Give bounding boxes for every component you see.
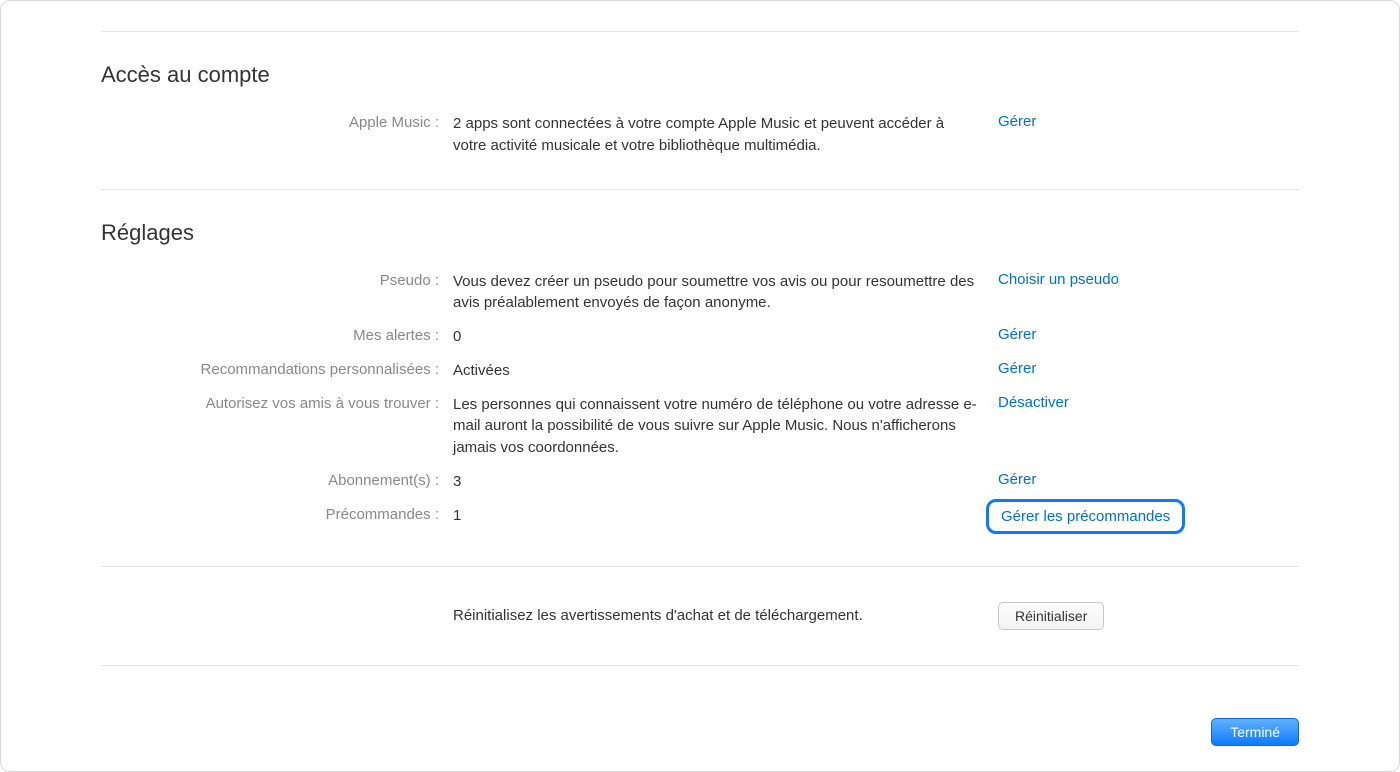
preorders-row: Précommandes : 1 Gérer les précommandes (101, 505, 1299, 534)
reset-text: Réinitialisez les avertissements d'achat… (453, 607, 998, 624)
alerts-value: 0 (453, 326, 998, 348)
preorders-highlight: Gérer les précommandes (986, 499, 1185, 534)
divider (101, 665, 1299, 666)
apple-music-manage-link[interactable]: Gérer (998, 113, 1036, 130)
settings-window: Accès au compte Apple Music : 2 apps son… (0, 0, 1400, 772)
reset-button-wrap: Réinitialiser (998, 602, 1299, 630)
alerts-label: Mes alertes : (101, 326, 453, 344)
preorders-value: 1 (453, 505, 998, 527)
apple-music-action-wrap: Gérer (998, 113, 1299, 130)
pseudo-label: Pseudo : (101, 271, 453, 289)
choose-pseudo-link[interactable]: Choisir un pseudo (998, 271, 1119, 288)
access-title: Accès au compte (101, 62, 1299, 88)
recommendations-label: Recommandations personnalisées : (101, 360, 453, 378)
friends-action-wrap: Désactiver (998, 394, 1299, 411)
reset-button[interactable]: Réinitialiser (998, 602, 1104, 630)
preorders-label: Précommandes : (101, 505, 453, 523)
apple-music-label: Apple Music : (101, 113, 453, 131)
footer: Terminé (1211, 718, 1299, 746)
preorders-action-wrap: Gérer les précommandes (998, 505, 1299, 534)
reset-row: Réinitialisez les avertissements d'achat… (101, 567, 1299, 665)
recommendations-row: Recommandations personnalisées : Activée… (101, 360, 1299, 382)
access-section: Accès au compte Apple Music : 2 apps son… (101, 32, 1299, 189)
pseudo-value: Vous devez créer un pseudo pour soumettr… (453, 271, 998, 315)
subscriptions-manage-link[interactable]: Gérer (998, 471, 1036, 488)
recommendations-value: Activées (453, 360, 998, 382)
done-button[interactable]: Terminé (1211, 718, 1299, 746)
friends-disable-link[interactable]: Désactiver (998, 394, 1069, 411)
recommendations-manage-link[interactable]: Gérer (998, 360, 1036, 377)
recommendations-action-wrap: Gérer (998, 360, 1299, 377)
alerts-row: Mes alertes : 0 Gérer (101, 326, 1299, 348)
preorders-manage-link[interactable]: Gérer les précommandes (1001, 508, 1170, 525)
pseudo-row: Pseudo : Vous devez créer un pseudo pour… (101, 271, 1299, 315)
apple-music-value: 2 apps sont connectées à votre compte Ap… (453, 113, 998, 157)
alerts-action-wrap: Gérer (998, 326, 1299, 343)
friends-row: Autorisez vos amis à vous trouver : Les … (101, 394, 1299, 459)
content-area: Accès au compte Apple Music : 2 apps son… (1, 31, 1399, 666)
subscriptions-row: Abonnement(s) : 3 Gérer (101, 471, 1299, 493)
subscriptions-label: Abonnement(s) : (101, 471, 453, 489)
pseudo-action-wrap: Choisir un pseudo (998, 271, 1299, 288)
settings-title: Réglages (101, 220, 1299, 246)
subscriptions-value: 3 (453, 471, 998, 493)
alerts-manage-link[interactable]: Gérer (998, 326, 1036, 343)
friends-value: Les personnes qui connaissent votre numé… (453, 394, 998, 459)
subscriptions-action-wrap: Gérer (998, 471, 1299, 488)
friends-label: Autorisez vos amis à vous trouver : (101, 394, 453, 412)
apple-music-row: Apple Music : 2 apps sont connectées à v… (101, 113, 1299, 157)
settings-section: Réglages Pseudo : Vous devez créer un ps… (101, 190, 1299, 566)
